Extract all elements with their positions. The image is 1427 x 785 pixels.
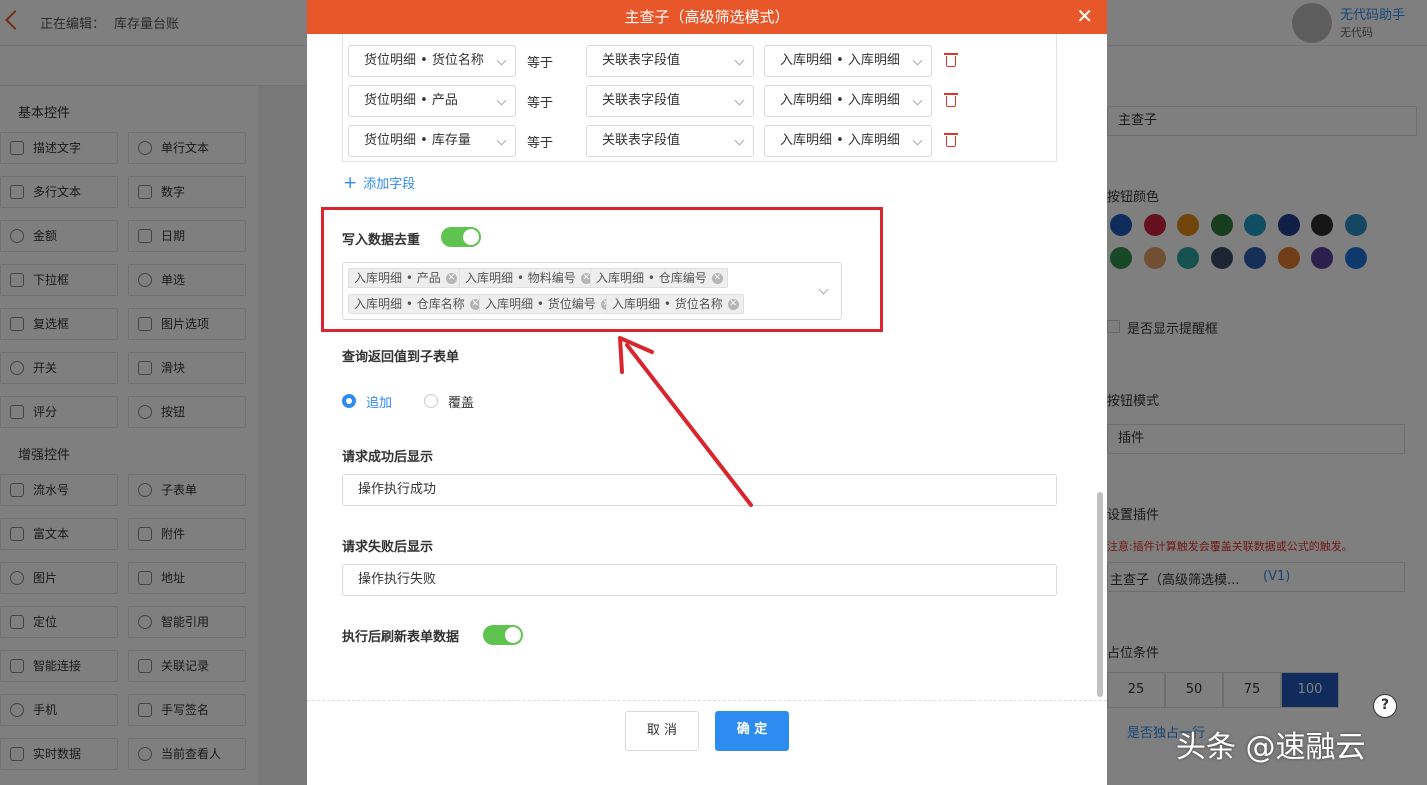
- add-field-label: 添加字段: [363, 177, 416, 192]
- chevron-down-icon: [912, 95, 923, 106]
- add-field-button[interactable]: + 添加字段: [343, 173, 415, 193]
- condition-operator: 等于: [527, 96, 554, 111]
- trash-icon[interactable]: [944, 53, 958, 67]
- chevron-down-icon: [912, 55, 923, 66]
- condition-field-select[interactable]: 货位明细 • 货位名称: [348, 45, 516, 77]
- cancel-button[interactable]: 取 消: [625, 711, 699, 751]
- chevron-down-icon: [496, 95, 507, 106]
- radio-overwrite[interactable]: [424, 394, 438, 408]
- condition-field-label: 货位明细 • 库存量: [364, 133, 471, 148]
- return-label: 查询返回值到子表单: [342, 350, 460, 365]
- chevron-down-icon: [734, 135, 745, 146]
- condition-type-label: 关联表字段值: [602, 133, 681, 148]
- condition-value-select[interactable]: 入库明细 • 入库明细: [764, 45, 932, 77]
- fail-message-input[interactable]: 操作执行失败: [342, 564, 1057, 596]
- annotation-arrow: [618, 336, 753, 507]
- close-icon[interactable]: ✕: [1076, 0, 1093, 32]
- help-icon[interactable]: ?: [1373, 694, 1397, 718]
- annotation-highlight-box: [321, 207, 883, 332]
- condition-value-label: 入库明细 • 入库明细: [780, 53, 900, 68]
- trash-icon[interactable]: [944, 133, 958, 147]
- dialog-header: 主查子（高级筛选模式） ✕: [307, 0, 1107, 34]
- condition-field-label: 货位明细 • 货位名称: [364, 53, 484, 68]
- confirm-button[interactable]: 确 定: [715, 711, 789, 751]
- dialog-scrollbar[interactable]: [1097, 492, 1103, 697]
- radio-append-label: 追加: [366, 396, 393, 411]
- condition-field-label: 货位明细 • 产品: [364, 93, 458, 108]
- condition-operator: 等于: [527, 56, 554, 71]
- refresh-toggle[interactable]: [483, 625, 523, 645]
- condition-type-select[interactable]: 关联表字段值: [586, 85, 754, 117]
- radio-overwrite-label: 覆盖: [448, 396, 475, 411]
- footer-divider: [307, 700, 1107, 701]
- condition-value-select[interactable]: 入库明细 • 入库明细: [764, 125, 932, 157]
- condition-type-select[interactable]: 关联表字段值: [586, 125, 754, 157]
- chevron-down-icon: [734, 95, 745, 106]
- fail-label: 请求失败后显示: [342, 540, 434, 555]
- chevron-down-icon: [734, 55, 745, 66]
- condition-field-select[interactable]: 货位明细 • 库存量: [348, 125, 516, 157]
- condition-value-label: 入库明细 • 入库明细: [780, 93, 900, 108]
- chevron-down-icon: [912, 135, 923, 146]
- condition-type-select[interactable]: 关联表字段值: [586, 45, 754, 77]
- plus-icon: +: [343, 173, 358, 193]
- condition-type-label: 关联表字段值: [602, 93, 681, 108]
- chevron-down-icon: [496, 55, 507, 66]
- trash-icon[interactable]: [944, 93, 958, 107]
- condition-type-label: 关联表字段值: [602, 53, 681, 68]
- condition-field-select[interactable]: 货位明细 • 产品: [348, 85, 516, 117]
- chevron-down-icon: [496, 135, 507, 146]
- refresh-label: 执行后刷新表单数据: [342, 630, 460, 645]
- condition-value-label: 入库明细 • 入库明细: [780, 133, 900, 148]
- dialog-title: 主查子（高级筛选模式）: [624, 8, 790, 26]
- watermark: 头条 @速融云: [1176, 730, 1366, 765]
- success-label: 请求成功后显示: [342, 450, 434, 465]
- condition-operator: 等于: [527, 136, 554, 151]
- radio-append[interactable]: [342, 394, 356, 408]
- condition-value-select[interactable]: 入库明细 • 入库明细: [764, 85, 932, 117]
